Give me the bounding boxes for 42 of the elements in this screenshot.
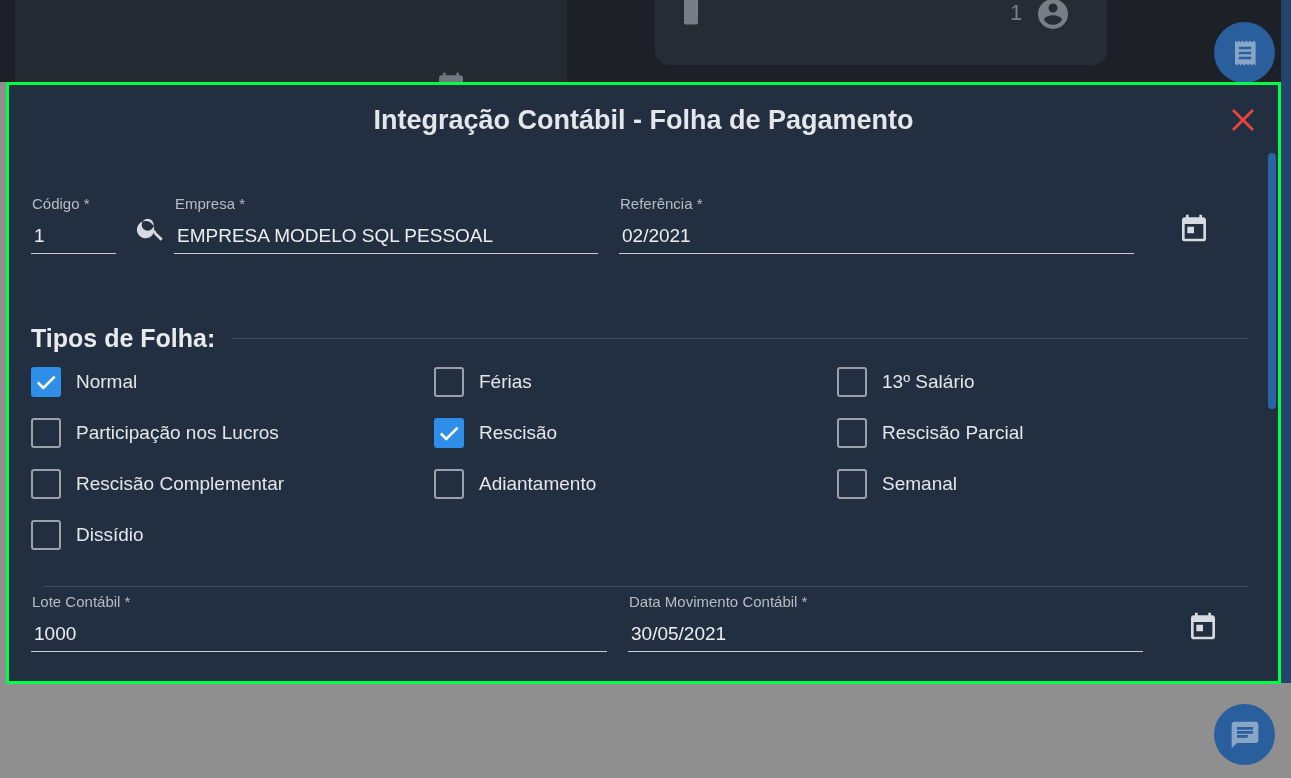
user-icon	[1035, 0, 1071, 32]
field-value[interactable]: 02/2021	[619, 225, 1134, 247]
checkbox[interactable]	[434, 418, 464, 448]
checkbox[interactable]	[31, 469, 61, 499]
field-value[interactable]: EMPRESA MODELO SQL PESSOAL	[174, 225, 598, 247]
text-field[interactable]: Data Movimento Contábil * 30/05/2021	[628, 593, 1143, 652]
field-value[interactable]: 1	[31, 225, 116, 247]
page-scrollbar[interactable]	[1281, 0, 1291, 683]
checkbox-label: 13º Salário	[882, 371, 975, 393]
field-label: Data Movimento Contábil *	[629, 593, 809, 610]
field-value[interactable]: 30/05/2021	[628, 623, 1143, 645]
checkbox-label: Férias	[479, 371, 532, 393]
field-label: Referência *	[620, 195, 704, 212]
checkbox-label: Adiantamento	[479, 473, 597, 495]
dialog-scrollbar[interactable]	[1268, 153, 1276, 409]
field-label: Lote Contábil *	[32, 593, 132, 610]
checkbox-label: Normal	[76, 371, 138, 393]
text-field[interactable]: Referência * 02/2021	[619, 195, 1134, 254]
field-label: Empresa *	[175, 195, 247, 212]
text-field[interactable]: Código * 1	[31, 195, 116, 254]
text-field[interactable]: Lote Contábil * 1000	[31, 593, 607, 652]
checkbox[interactable]	[837, 469, 867, 499]
checkbox[interactable]	[31, 418, 61, 448]
dialog-title: Integração Contábil - Folha de Pagamento	[373, 104, 914, 136]
checkbox-label: Rescisão Complementar	[76, 473, 285, 495]
text-field[interactable]: Empresa * EMPRESA MODELO SQL PESSOAL	[174, 195, 598, 254]
checkbox-label: Semanal	[882, 473, 957, 495]
checkbox[interactable]	[837, 418, 867, 448]
field-value[interactable]: 1000	[31, 623, 607, 645]
user-count: 1	[1010, 0, 1023, 26]
checkbox[interactable]	[31, 520, 61, 550]
checkbox-label: Participação nos Lucros	[76, 422, 279, 444]
chat-button[interactable]	[1214, 704, 1275, 765]
checkbox[interactable]	[837, 367, 867, 397]
checkbox-label: Dissídio	[76, 524, 144, 546]
checkbox-label: Rescisão Parcial	[882, 422, 1024, 444]
checkbox-label: Rescisão	[479, 422, 558, 444]
section-title: Tipos de Folha:	[31, 324, 216, 353]
checkbox[interactable]	[434, 367, 464, 397]
field-label: Código *	[32, 195, 91, 212]
checkbox[interactable]	[434, 469, 464, 499]
checkbox[interactable]	[31, 367, 61, 397]
